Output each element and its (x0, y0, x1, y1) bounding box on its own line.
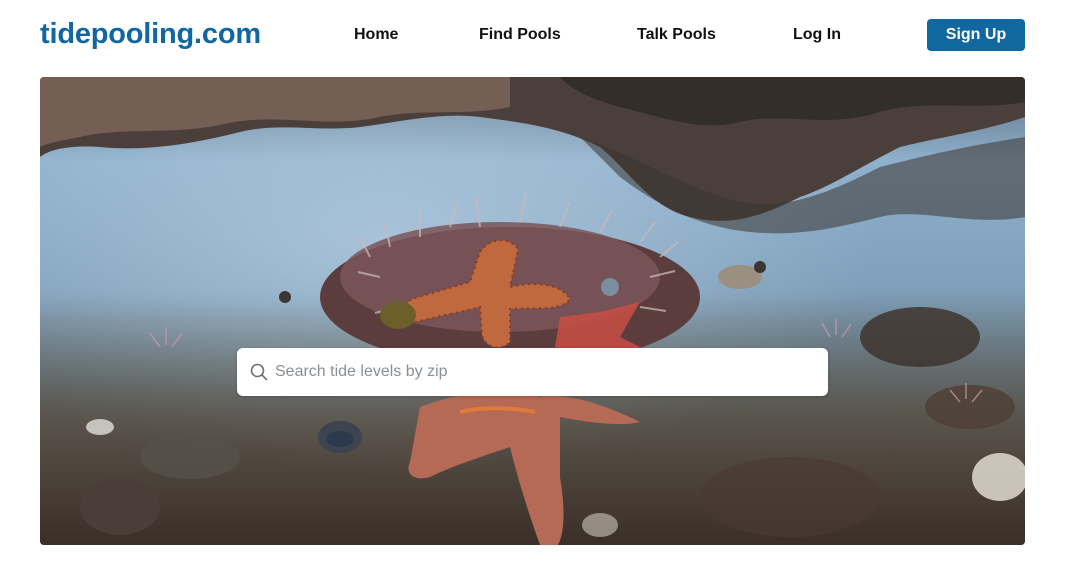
site-logo[interactable]: tidepooling.com (40, 18, 261, 51)
tide-pool-hero-image (40, 77, 1025, 545)
nav-find-pools-link[interactable]: Find Pools (479, 26, 561, 44)
search-icon (250, 363, 268, 381)
nav-home-link[interactable]: Home (354, 26, 398, 44)
search-input[interactable] (275, 348, 815, 396)
search-bar[interactable] (237, 348, 828, 396)
sign-up-button[interactable]: Sign Up (927, 19, 1025, 51)
hero-banner (40, 77, 1025, 545)
nav-talk-pools-link[interactable]: Talk Pools (637, 26, 716, 44)
nav-log-in-link[interactable]: Log In (793, 26, 841, 44)
site-header: tidepooling.com Home Find Pools Talk Poo… (0, 0, 1065, 72)
